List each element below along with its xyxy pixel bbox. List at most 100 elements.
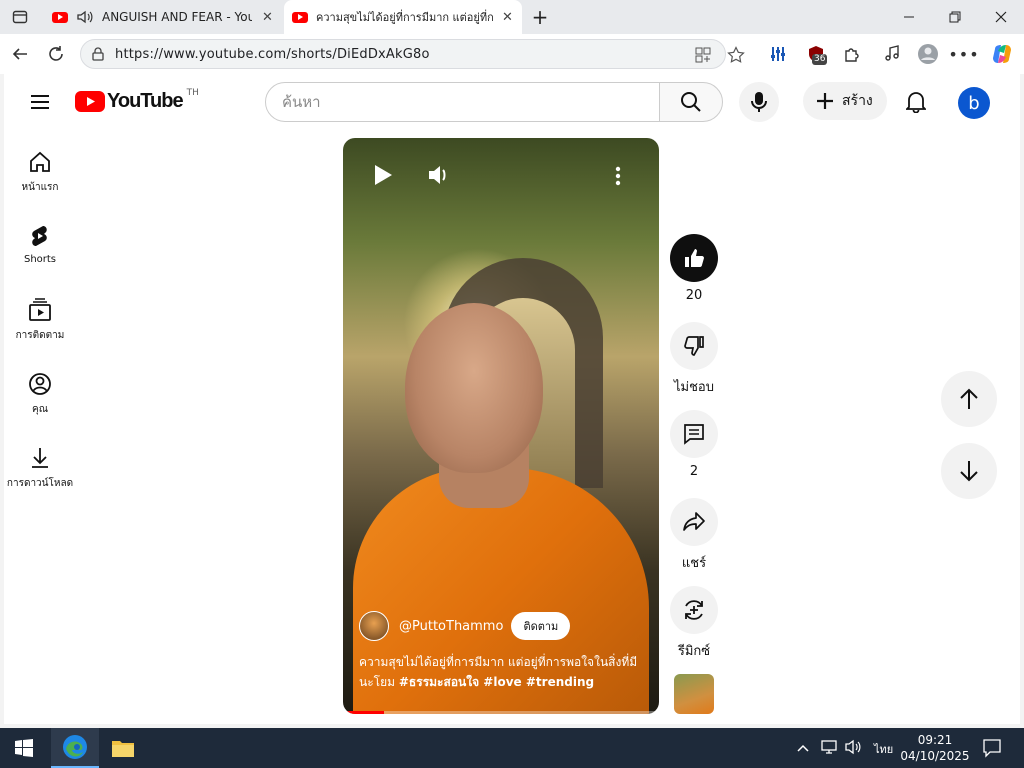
- volume-button[interactable]: [427, 164, 451, 192]
- close-window-button[interactable]: [978, 0, 1024, 34]
- network-button[interactable]: [820, 739, 838, 759]
- download-icon: [32, 448, 48, 468]
- like-button[interactable]: [670, 234, 718, 282]
- sidebar-item-label: การดาวน์โหลด: [6, 478, 74, 489]
- sound-thumbnail[interactable]: [674, 674, 714, 714]
- back-button[interactable]: [2, 34, 38, 74]
- short-caption[interactable]: ความสุขไม่ได้อยู่ที่การมีมาก แต่อยู่ที่ก…: [359, 652, 649, 692]
- progress-fill: [343, 711, 385, 714]
- url-bar[interactable]: https://www.youtube.com/shorts/DiEdDxAkG…: [80, 39, 745, 69]
- guide-menu-button[interactable]: [24, 88, 56, 116]
- arrow-up-icon: [960, 388, 978, 409]
- sidebar-item-shorts[interactable]: Shorts: [4, 218, 76, 292]
- share-action: แชร์: [670, 498, 718, 573]
- next-short-button[interactable]: [941, 443, 997, 499]
- play-button[interactable]: [373, 164, 393, 192]
- youtube-logo-icon: [75, 91, 105, 112]
- create-button[interactable]: สร้าง: [803, 82, 887, 120]
- restore-icon: [949, 11, 961, 23]
- sidebar-item-downloads[interactable]: การดาวน์โหลด: [4, 440, 76, 514]
- start-button[interactable]: [0, 728, 48, 768]
- play-icon: [375, 165, 392, 185]
- notifications-button[interactable]: [902, 88, 930, 116]
- comment-action: 2: [670, 410, 718, 479]
- subscribe-button[interactable]: ติดตาม: [511, 612, 571, 640]
- taskbar-file-explorer[interactable]: [99, 728, 147, 768]
- close-tab-icon[interactable]: ✕: [502, 10, 513, 25]
- sidebar-item-subscriptions[interactable]: การติดตาม: [4, 292, 76, 366]
- windows-logo-icon: [15, 739, 33, 757]
- copilot-button[interactable]: [984, 34, 1020, 74]
- copilot-icon: [993, 45, 1011, 63]
- tab-thai-short[interactable]: ความสุขไม่ได้อยู่ที่การมีมาก แต่อยู่ที่ก…: [284, 0, 522, 34]
- remix-action: รีมิกซ์: [670, 586, 718, 661]
- tab-title: ความสุขไม่ได้อยู่ที่การมีมาก แต่อยู่ที่ก…: [316, 11, 494, 24]
- channel-name[interactable]: @PuttoThammo: [399, 619, 503, 634]
- remix-button[interactable]: [670, 586, 718, 634]
- caption-hashtags[interactable]: #ธรรมะสอนใจ #love #trending: [399, 675, 594, 689]
- progress-bar[interactable]: [343, 711, 659, 714]
- home-icon: [30, 151, 50, 172]
- sidebar-item-you[interactable]: คุณ: [4, 366, 76, 440]
- comment-button[interactable]: [670, 410, 718, 458]
- tab-anguish-and-fear[interactable]: ANGUISH AND FEAR - YouTube ✕: [44, 0, 282, 34]
- more-options-button[interactable]: [615, 166, 621, 192]
- clock[interactable]: 09:21 04/10/2025: [900, 732, 970, 764]
- account-avatar[interactable]: b: [958, 87, 990, 119]
- short-video-player[interactable]: @PuttoThammo ติดตาม ความสุขไม่ได้อยู่ที่…: [343, 138, 659, 714]
- input-language[interactable]: ไทย: [874, 740, 893, 758]
- sidebar-item-home[interactable]: หน้าแรก: [4, 144, 76, 218]
- youtube-logo[interactable]: YouTube TH: [75, 88, 199, 113]
- like-action: 20: [670, 234, 718, 303]
- masthead: YouTube TH สร้าง b: [4, 74, 1020, 130]
- ublock-extension-button[interactable]: 36: [798, 34, 834, 74]
- restore-button[interactable]: [932, 0, 978, 34]
- tab-title: ANGUISH AND FEAR - YouTube: [102, 10, 252, 24]
- notification-center-button[interactable]: [982, 738, 1002, 762]
- plus-icon: [817, 93, 833, 109]
- close-tab-icon[interactable]: ✕: [262, 10, 273, 25]
- channel-avatar[interactable]: [359, 611, 389, 641]
- action-center-icon: [983, 739, 1001, 758]
- taskbar: ไทย 09:21 04/10/2025: [0, 728, 1024, 768]
- volume-icon: [429, 166, 446, 184]
- equalizer-extension-button[interactable]: [760, 34, 796, 74]
- tab-actions-icon: [12, 10, 28, 24]
- search-input[interactable]: [266, 83, 659, 121]
- reload-button[interactable]: [38, 34, 74, 74]
- media-control-button[interactable]: [874, 34, 910, 74]
- taskbar-edge[interactable]: [51, 728, 99, 768]
- profile-button[interactable]: [910, 34, 946, 74]
- thumbs-down-icon: [684, 336, 704, 356]
- remix-label: รีมิกซ์: [677, 644, 711, 659]
- app-available-icon[interactable]: [695, 47, 711, 63]
- hamburger-menu-icon: [31, 95, 49, 109]
- more-dots-icon: •••: [948, 44, 980, 64]
- voice-search-button[interactable]: [739, 82, 779, 122]
- extensions-button[interactable]: [834, 34, 870, 74]
- sidebar-item-label: หน้าแรก: [21, 182, 59, 193]
- new-tab-button[interactable]: +: [528, 0, 552, 34]
- sidebar-item-label: คุณ: [32, 404, 48, 415]
- sidebar-item-label: Shorts: [23, 254, 57, 265]
- clock-date: 04/10/2025: [900, 749, 970, 763]
- search-icon: [681, 92, 701, 112]
- music-note-icon: [885, 45, 899, 61]
- arrow-down-icon: [960, 461, 978, 482]
- search-button[interactable]: [659, 82, 723, 122]
- favorite-star-icon[interactable]: [727, 46, 745, 64]
- dislike-button[interactable]: [670, 322, 718, 370]
- youtube-favicon-icon: [292, 11, 308, 23]
- minimize-button[interactable]: [886, 0, 932, 34]
- share-button[interactable]: [670, 498, 718, 546]
- sliders-icon: [771, 47, 785, 61]
- browser-menu-button[interactable]: •••: [946, 34, 982, 74]
- previous-short-button[interactable]: [941, 371, 997, 427]
- edge-icon: [63, 735, 87, 759]
- show-hidden-icons-button[interactable]: [796, 740, 810, 759]
- tab-actions-button[interactable]: [6, 0, 34, 34]
- you-icon: [29, 373, 51, 395]
- site-info-icon: [92, 47, 104, 61]
- volume-tray-button[interactable]: [844, 739, 862, 759]
- reload-icon: [49, 46, 63, 61]
